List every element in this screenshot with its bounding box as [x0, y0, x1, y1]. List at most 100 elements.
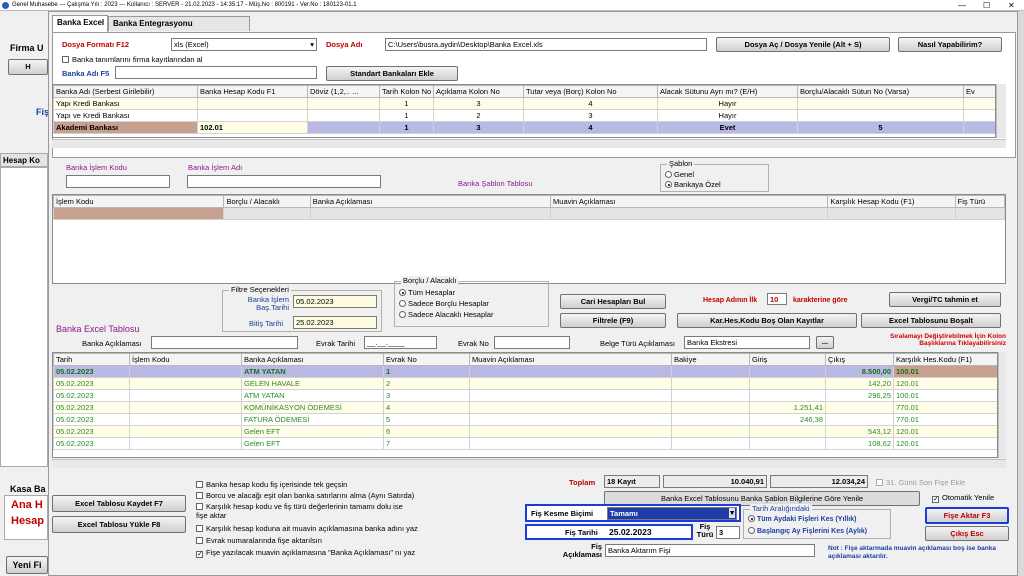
col-banka-hesap-kodu[interactable]: Banka Hesap Kodu F1 — [197, 85, 308, 98]
col-evrak-no[interactable]: Evrak No — [383, 353, 470, 366]
col-cikis[interactable]: Çıkış — [825, 353, 894, 366]
table-row[interactable]: 05.02.2023 Gelen EFT 7 108,62 120.01 — [53, 437, 997, 450]
checkbox-box[interactable] — [196, 525, 203, 532]
bank-grid-hscrollbar[interactable] — [52, 139, 1006, 148]
bg-yeni-button[interactable]: Yeni Fi — [6, 556, 48, 574]
table-row[interactable]: 05.02.2023 Gelen EFT 6 543,12 120.01 — [53, 425, 997, 438]
col-muavin-aciklamasi[interactable]: Muavin Açıklaması — [550, 195, 829, 208]
check-banka-aciklamasi[interactable]: ✓ Fişe yazılacak muavin açıklamasına "Ban… — [196, 548, 415, 558]
check-borc-alacak-esit[interactable]: Borcu ve alacağı eşit olan banka satırla… — [196, 491, 414, 500]
table-row[interactable]: 05.02.2023 KOMÜNİKASYON ÖDEMESİ 4 1.251,41 7… — [53, 401, 997, 414]
radio-tum-hesaplar[interactable]: Tüm Hesaplar — [399, 288, 455, 297]
radio-sadece-borclu[interactable]: Sadece Borçlu Hesaplar — [399, 299, 489, 308]
checkbox-box[interactable] — [196, 537, 203, 544]
islem-adi-input[interactable] — [187, 175, 381, 188]
fis-turu-input[interactable]: 3 — [716, 526, 740, 539]
table-row-selected[interactable]: Akademi Bankası 102.01 1 3 4 Evet 5 — [53, 121, 995, 134]
check-muavin-banka-adi[interactable]: Karşılık hesap koduna ait muavin açıklam… — [196, 524, 418, 533]
checkbox-box[interactable] — [876, 479, 883, 486]
fis-kesme-select[interactable]: Tamamı ▾ — [607, 507, 737, 520]
belge-more-button[interactable]: ... — [816, 336, 834, 349]
kar-hes-kodu-bos-button[interactable]: Kar.Hes.Kodu Boş Olan Kayıtlar — [677, 313, 857, 328]
table-row[interactable]: 05.02.2023 GELEN HAVALE 2 142,20 120.01 — [53, 377, 997, 390]
bitis-tarihi-input[interactable]: 25.02.2023 — [293, 316, 377, 329]
col-borclu-alacakli[interactable]: Borçlu / Alacaklı — [223, 195, 311, 208]
bank-from-firm-checkbox[interactable]: Banka tanımlarını firma kayıtlarından al — [62, 55, 202, 64]
col-giris[interactable]: Giriş — [749, 353, 826, 366]
col-tarih-kolon[interactable]: Tarih Kolon No — [379, 85, 434, 98]
radio-tum-aydaki[interactable]: Tüm Aydaki Fişleri Kes (Yıllık) — [748, 515, 856, 523]
checkbox-box[interactable] — [196, 503, 203, 510]
fise-aktar-button[interactable]: Fişe Aktar F3 — [925, 507, 1009, 524]
checkbox-box[interactable] — [196, 481, 203, 488]
tab-banka-entegrasyonu[interactable]: Banka Entegrasyonu — [108, 16, 250, 31]
radio-sadece-alacakli[interactable]: Sadece Alacaklı Hesaplar — [399, 310, 493, 319]
filtrele-button[interactable]: Filtrele (F9) — [560, 313, 666, 328]
table-row-selected[interactable]: 05.02.2023 ATM YATAN 1 8.500,00 100.01 — [53, 365, 997, 378]
sablon-grid[interactable]: İşlem Kodu Borçlu / Alacaklı Banka Açıkl… — [52, 194, 1006, 284]
check-tek-gecsin[interactable]: Banka hesap kodu fiş içerisinde tek geçs… — [196, 480, 347, 489]
check-tamami-dolu[interactable]: Karşılık hesap kodu ve fiş türü değerler… — [196, 502, 406, 520]
radio-bankaya-ozel[interactable]: Bankaya Özel — [665, 180, 721, 189]
col-borclu-alacakli-no[interactable]: Borçlu/Alacaklı Sütun No (Varsa) — [797, 85, 964, 98]
table-row[interactable]: 05.02.2023 ATM YATAN 3 296,25 100.01 — [53, 389, 997, 402]
excel-yukle-button[interactable]: Excel Tablosu Yükle F8 — [52, 516, 186, 533]
col-alacak-ayri[interactable]: Alacak Sütunu Ayrı mı? (E/H) — [657, 85, 798, 98]
maximize-button[interactable]: ☐ — [983, 0, 990, 11]
table-row[interactable]: Yapı Kredi Bankası 1 3 4 Hayır — [53, 97, 995, 110]
col-karsilik-hesap[interactable]: Karşılık Hesap Kodu (F1) — [827, 195, 956, 208]
minimize-button[interactable]: — — [958, 0, 966, 11]
col-tarih[interactable]: Tarih — [53, 353, 130, 366]
excel-grid[interactable]: Tarih İşlem Kodu Banka Açıklaması Evrak … — [52, 352, 998, 458]
fis-aciklama-input[interactable]: Banka Aktarım Fişi — [605, 544, 815, 557]
excel-grid-scrollbar[interactable] — [998, 352, 1006, 458]
col-banka-aciklamasi[interactable]: Banka Açıklaması — [241, 353, 384, 366]
fis-tarihi-input[interactable]: 25.02.2023 — [607, 526, 691, 538]
bas-tarihi-input[interactable]: 05.02.2023 — [293, 295, 377, 308]
bank-definitions-grid[interactable]: Banka Adı (Serbest Girilebilir) Banka He… — [52, 84, 996, 138]
evrak-tarihi-input[interactable]: __.__.____ — [364, 336, 437, 349]
close-button[interactable]: ✕ — [1008, 0, 1015, 11]
col-islem-kodu[interactable]: İşlem Kodu — [129, 353, 242, 366]
vergi-tahmin-button[interactable]: Vergi/TC tahmin et — [889, 292, 1001, 307]
otomatik-yenile-checkbox[interactable]: ✓ Otomatik Yenile — [932, 493, 994, 503]
open-file-button[interactable]: Dosya Aç / Dosya Yenile (Alt + S) — [716, 37, 890, 52]
add-standard-banks-button[interactable]: Standart Bankaları Ekle — [326, 66, 458, 81]
banka-adi-input[interactable] — [115, 66, 317, 79]
ilk-karakter-input[interactable]: 10 — [767, 293, 787, 305]
excel-grid-hscrollbar[interactable] — [52, 459, 1006, 468]
tab-banka-excel[interactable]: Banka Excel — [52, 15, 108, 32]
islem-kodu-input[interactable] — [66, 175, 170, 188]
bg-button[interactable]: H — [8, 59, 48, 75]
radio-baslangic-ay[interactable]: Başlangıç Ay Fişlerini Kes (Aylık) — [748, 527, 867, 535]
banka-aciklamasi-input[interactable] — [151, 336, 298, 349]
col-bakiye[interactable]: Bakiye — [671, 353, 750, 366]
table-row-empty[interactable] — [53, 207, 1005, 220]
checkbox-box[interactable]: ✓ — [932, 496, 939, 503]
dosya-path-input[interactable]: C:\Users\busra.aydin\Desktop\Banka Excel… — [385, 38, 707, 51]
checkbox-box[interactable]: ✓ — [196, 551, 203, 558]
excel-bosalt-button[interactable]: Excel Tablosunu Boşalt — [861, 313, 1001, 328]
col-ev[interactable]: Ev — [963, 85, 995, 98]
evrak-no-input[interactable] — [494, 336, 570, 349]
col-muavin-aciklamasi[interactable]: Muavin Açıklaması — [469, 353, 672, 366]
excel-kaydet-button[interactable]: Excel Tablosu Kaydet F7 — [52, 495, 186, 512]
col-doviz[interactable]: Döviz (1,2,.. ... — [307, 85, 380, 98]
son-fise-ekle-checkbox[interactable]: 31. Günü Son Fişe Ekle — [876, 478, 965, 487]
col-karsilik-hes-kodu[interactable]: Karşılık Hes.Kodu (F1) — [893, 353, 997, 366]
col-fis-turu[interactable]: Fiş Türü — [954, 195, 1005, 208]
checkbox-box[interactable] — [196, 492, 203, 499]
table-row[interactable]: Yapı ve Kredi Bankası 1 2 3 Hayır — [53, 109, 995, 122]
col-banka-aciklamasi[interactable]: Banka Açıklaması — [309, 195, 552, 208]
belge-turu-input[interactable]: Banka Ekstresi — [684, 336, 810, 349]
table-row[interactable]: 05.02.2023 FATURA ÖDEMESİ 5 246,38 770.01 — [53, 413, 997, 426]
col-banka-adi[interactable]: Banka Adı (Serbest Girilebilir) — [53, 85, 198, 98]
cikis-button[interactable]: Çıkış Esc — [925, 526, 1009, 541]
cari-hesaplari-bul-button[interactable]: Cari Hesapları Bul — [560, 294, 666, 309]
col-aciklama-kolon[interactable]: Açıklama Kolon No — [433, 85, 524, 98]
check-evrak-no[interactable]: Evrak numaralarında fişe aktarılsın — [196, 536, 322, 545]
radio-genel[interactable]: Genel — [665, 170, 694, 179]
bank-grid-scrollbar[interactable] — [996, 84, 1006, 138]
col-tutar-kolon[interactable]: Tutar veya (Borç) Kolon No — [523, 85, 658, 98]
how-to-button[interactable]: Nasıl Yapabilirim? — [898, 37, 1002, 52]
